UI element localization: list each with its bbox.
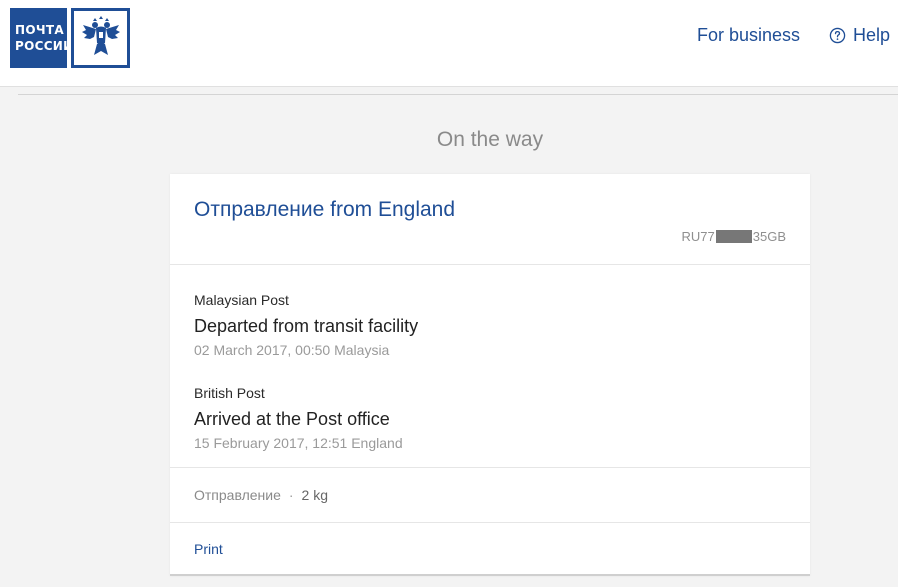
- logo-line-2: РОССИИ: [15, 39, 74, 53]
- shipment-meta: Отправление · 2 kg: [170, 468, 810, 523]
- event-title: Arrived at the Post office: [194, 409, 390, 429]
- logo-emblem[interactable]: [71, 8, 130, 68]
- content-divider: [18, 94, 898, 95]
- logo-line-1: ПОЧТА: [15, 23, 64, 37]
- shipment-card-header: Отправление from England RU77 35GB: [170, 174, 810, 265]
- event-title: Departed from transit facility: [194, 316, 419, 336]
- tracking-redaction: [715, 230, 752, 243]
- shipment-weight: 2 kg: [301, 487, 329, 503]
- tracking-prefix: RU77: [681, 229, 715, 244]
- meta-separator: ·: [288, 487, 294, 503]
- shipment-card: Отправление from England RU77 35GB Malay…: [170, 174, 810, 576]
- eagle-emblem-icon: [81, 16, 120, 55]
- shipment-title: Отправление from England: [194, 198, 456, 221]
- event-date: 02 March 2017, 00:50 Malaysia: [194, 342, 390, 358]
- nav-help-link[interactable]: Help: [829, 25, 890, 46]
- status-title: On the way: [436, 128, 544, 151]
- event-operator: British Post: [194, 385, 265, 401]
- nav-help-label: Help: [852, 25, 890, 45]
- tracking-suffix: 35GB: [752, 229, 786, 244]
- event-date: 15 February 2017, 12:51 England: [194, 435, 403, 451]
- header-divider: [0, 86, 898, 87]
- tracking-number[interactable]: RU77 35GB: [682, 229, 787, 244]
- shipment-type: Отправление: [194, 487, 281, 503]
- print-link[interactable]: Print: [194, 541, 223, 557]
- logo-wordmark[interactable]: ПОЧТА РОССИИ: [10, 8, 74, 68]
- question-circle-icon: [829, 27, 846, 44]
- event-operator: Malaysian Post: [194, 292, 289, 308]
- tracking-event: Malaysian Post Departed from transit fac…: [194, 292, 418, 358]
- top-header: ПОЧТА РОССИИ For business Help: [0, 0, 898, 86]
- tracking-event: British Post Arrived at the Post office …: [194, 385, 403, 451]
- tracking-events: Malaysian Post Departed from transit fac…: [170, 265, 810, 468]
- nav-for-business-link[interactable]: For business: [697, 25, 800, 46]
